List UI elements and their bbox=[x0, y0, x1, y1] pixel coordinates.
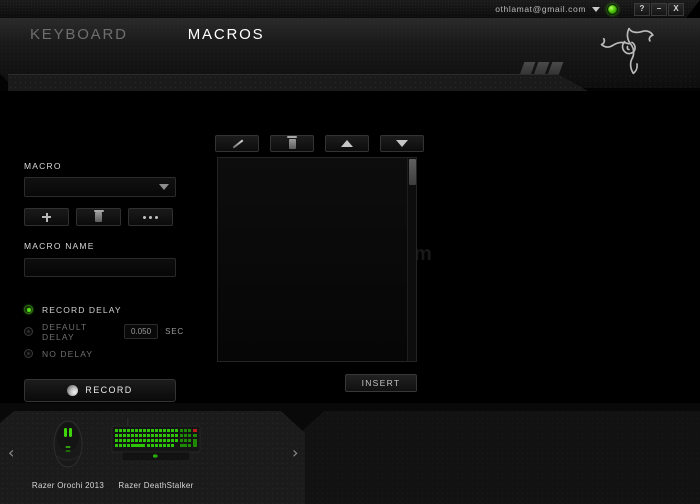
macro-settings-panel: MACRO MACRO NAME RECORD DELAY DEFAULT DE… bbox=[24, 161, 184, 402]
tab-macros[interactable]: MACROS bbox=[188, 26, 265, 43]
radio-indicator-off bbox=[24, 327, 33, 336]
move-up-button[interactable] bbox=[325, 135, 369, 152]
macro-name-group: MACRO NAME bbox=[24, 241, 184, 277]
default-delay-input[interactable]: 0.050 bbox=[123, 324, 159, 339]
mouse-thumbnail bbox=[22, 417, 114, 471]
carousel-prev-arrow[interactable]: ‹ bbox=[8, 443, 14, 462]
delay-unit-label: SEC bbox=[165, 327, 184, 336]
device-name: Razer Orochi 2013 bbox=[31, 481, 105, 490]
insert-button-label: INSERT bbox=[361, 378, 401, 388]
close-button[interactable]: X bbox=[668, 2, 684, 16]
macro-list-surface bbox=[218, 158, 416, 361]
insert-button[interactable]: INSERT bbox=[345, 374, 417, 392]
carousel-next-arrow[interactable]: › bbox=[292, 443, 298, 462]
caret-down-icon bbox=[396, 140, 408, 147]
window-controls: ? – X bbox=[634, 2, 684, 16]
keyboard-thumbnail bbox=[108, 417, 204, 471]
main-tabs: KEYBOARD MACROS bbox=[30, 26, 264, 43]
online-status-dot bbox=[607, 3, 618, 15]
record-button[interactable]: RECORD bbox=[24, 378, 176, 402]
vertical-scrollbar[interactable] bbox=[407, 158, 416, 361]
chevron-down-icon[interactable] bbox=[592, 6, 600, 12]
tab-keyboard[interactable]: KEYBOARD bbox=[30, 26, 128, 43]
record-circle-icon bbox=[67, 384, 79, 396]
help-button[interactable]: ? bbox=[634, 2, 650, 16]
delete-entry-button[interactable] bbox=[270, 135, 314, 152]
device-name: Razer DeathStalker bbox=[118, 481, 194, 490]
minimize-button[interactable]: – bbox=[651, 2, 667, 16]
razer-logo bbox=[600, 27, 654, 75]
ellipsis-icon bbox=[143, 215, 158, 219]
radio-label-record-delay: RECORD DELAY bbox=[42, 304, 122, 315]
caret-up-icon bbox=[341, 140, 353, 147]
trash-icon bbox=[287, 136, 297, 149]
trash-icon bbox=[93, 209, 104, 222]
add-macro-button[interactable] bbox=[24, 208, 69, 226]
chevron-down-icon bbox=[159, 184, 169, 190]
radio-default-delay[interactable]: DEFAULT DELAY 0.050 SEC bbox=[24, 321, 184, 342]
record-button-label: RECORD bbox=[85, 385, 133, 395]
macro-action-buttons bbox=[24, 208, 184, 226]
main-content: nexthardware.com MACRO MACRO NA bbox=[0, 91, 700, 403]
macro-list-toolbar bbox=[215, 135, 424, 152]
radio-label-default-delay: DEFAULT DELAY bbox=[42, 321, 88, 342]
delay-options-group: RECORD DELAY DEFAULT DELAY 0.050 SEC NO … bbox=[24, 301, 184, 363]
macro-select[interactable] bbox=[24, 177, 176, 197]
plus-icon bbox=[42, 212, 51, 222]
delete-macro-button[interactable] bbox=[76, 208, 121, 226]
device-item-orochi[interactable]: Razer Orochi 2013 bbox=[22, 417, 114, 490]
radio-record-delay[interactable]: RECORD DELAY bbox=[24, 301, 184, 319]
pencil-icon bbox=[231, 139, 243, 149]
device-bar-right-panel bbox=[300, 411, 700, 504]
scrollbar-thumb[interactable] bbox=[409, 159, 416, 185]
account-email[interactable]: othlamat@gmail.com bbox=[495, 4, 586, 14]
radio-no-delay[interactable]: NO DELAY bbox=[24, 345, 184, 363]
move-down-button[interactable] bbox=[380, 135, 424, 152]
razer-synapse-window: othlamat@gmail.com ? – X KEYBOARD MACROS bbox=[0, 0, 700, 504]
radio-indicator-on bbox=[24, 305, 33, 314]
macro-sequence-list[interactable] bbox=[217, 157, 417, 362]
device-item-deathstalker[interactable]: Razer DeathStalker bbox=[108, 417, 204, 490]
macro-name-input[interactable] bbox=[24, 257, 176, 277]
macro-label: MACRO bbox=[24, 161, 62, 171]
macro-name-label: MACRO NAME bbox=[24, 241, 95, 251]
radio-label-no-delay: NO DELAY bbox=[42, 348, 94, 359]
edit-button[interactable] bbox=[215, 135, 259, 152]
device-bar: ‹ › Razer Orochi 2013 Razer DeathStalker bbox=[0, 403, 700, 504]
radio-indicator-off bbox=[24, 349, 33, 358]
more-options-button[interactable] bbox=[128, 208, 173, 226]
title-bar: othlamat@gmail.com ? – X bbox=[0, 0, 700, 18]
